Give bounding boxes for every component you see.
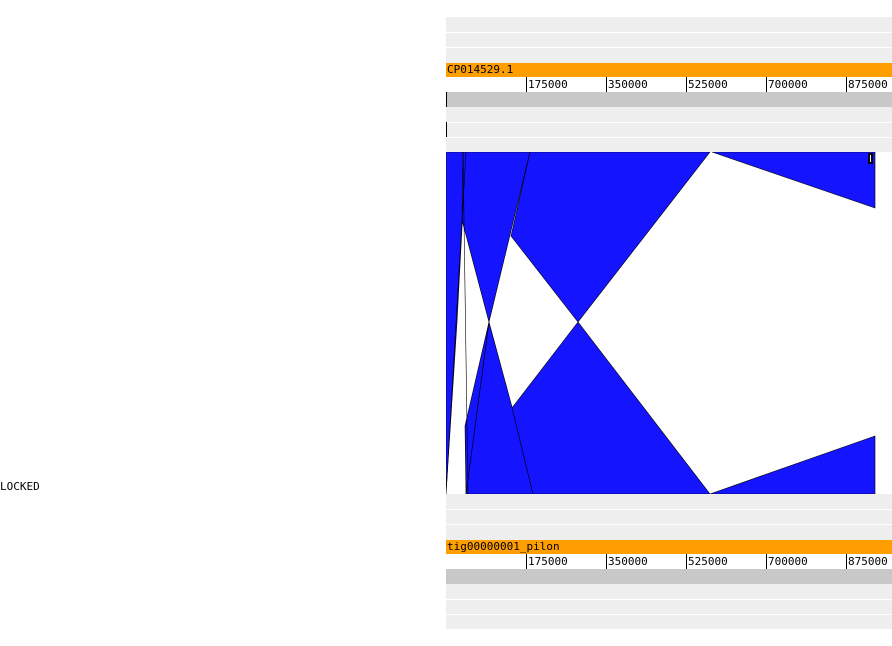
ruler-tick-label: 525000 (688, 555, 728, 568)
track-divider (446, 614, 892, 615)
track-divider (446, 47, 892, 48)
alignment-ribbon (709, 435, 876, 494)
ruler-tick (846, 77, 847, 92)
ruler-tick (686, 77, 687, 92)
track-divider (446, 32, 892, 33)
ruler-tick-label: 875000 (848, 78, 888, 91)
synteny-alignment-view[interactable] (446, 152, 892, 494)
lock-status-label: LOCKED (0, 480, 40, 493)
ruler-tick-label: 350000 (608, 78, 648, 91)
ruler-tick-label: 525000 (688, 78, 728, 91)
track-divider (446, 122, 892, 123)
ruler-tick (686, 554, 687, 569)
query-feature-track[interactable] (446, 569, 892, 584)
ruler-tick-label: 175000 (528, 555, 568, 568)
query-sequence-bar[interactable]: tig00000001_pilon (446, 540, 892, 554)
query-ruler: 175000 350000 525000 700000 875000 (446, 554, 892, 569)
ruler-tick (526, 554, 527, 569)
alignment-ribbon (711, 152, 876, 209)
ruler-tick (766, 554, 767, 569)
ruler-tick-label: 700000 (768, 555, 808, 568)
ruler-tick (606, 554, 607, 569)
track-divider (446, 599, 892, 600)
alignment-ribbon (511, 321, 711, 494)
track-divider (446, 509, 892, 510)
ruler-tick-label: 700000 (768, 78, 808, 91)
track-divider (446, 524, 892, 525)
query-lower-track-area (446, 584, 892, 629)
position-marker (446, 92, 447, 107)
ruler-tick (846, 554, 847, 569)
alignment-ribbon (510, 152, 711, 323)
ruler-tick-label: 350000 (608, 555, 648, 568)
reference-ruler: 175000 350000 525000 700000 875000 (446, 77, 892, 92)
top-track-area (446, 17, 892, 64)
track-divider (446, 137, 892, 138)
position-marker (446, 122, 447, 137)
ruler-tick (526, 77, 527, 92)
ruler-tick-label: 875000 (848, 555, 888, 568)
ruler-tick-label: 175000 (528, 78, 568, 91)
ruler-tick (606, 77, 607, 92)
resize-handle-grip (870, 155, 871, 162)
query-upper-track-area (446, 494, 892, 540)
reference-feature-track[interactable] (446, 92, 892, 107)
reference-lower-track-area (446, 107, 892, 152)
reference-sequence-bar[interactable]: CP014529.1 (446, 63, 892, 77)
ruler-tick (766, 77, 767, 92)
